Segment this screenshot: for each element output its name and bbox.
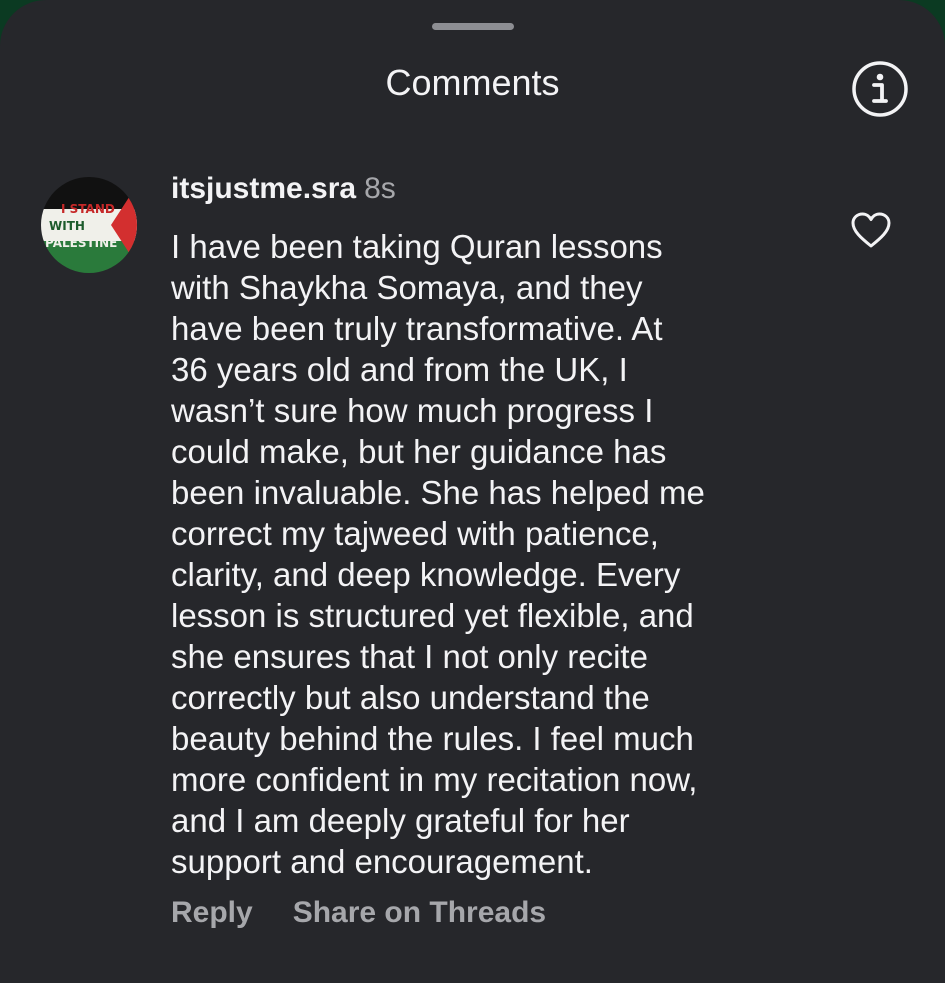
share-on-threads-button[interactable]: Share on Threads bbox=[293, 896, 546, 929]
username-link[interactable]: itsjustme.sra bbox=[171, 172, 356, 205]
avatar[interactable]: I STAND WITH PALESTINE bbox=[41, 177, 137, 273]
avatar-badge-line-2: WITH bbox=[49, 219, 85, 233]
heart-icon[interactable] bbox=[850, 211, 892, 249]
comment-text: I have been taking Quran lessons with Sh… bbox=[171, 228, 705, 880]
drag-handle[interactable] bbox=[432, 23, 514, 30]
avatar-badge-line-1: I STAND bbox=[61, 202, 115, 216]
avatar-palestine-flag-image: I STAND WITH PALESTINE bbox=[41, 177, 137, 273]
info-icon[interactable] bbox=[851, 60, 909, 118]
avatar-badge-line-3: PALESTINE bbox=[45, 236, 117, 250]
page-title: Comments bbox=[385, 62, 560, 103]
timestamp: 8s bbox=[364, 172, 396, 205]
comment-header: itsjustme.sra 8s bbox=[171, 172, 396, 206]
reply-button[interactable]: Reply bbox=[171, 896, 253, 929]
comment-actions: Reply Share on Threads bbox=[171, 896, 546, 930]
comments-sheet: Comments I STAND WITH PALESTINE itsjustm… bbox=[0, 0, 945, 983]
